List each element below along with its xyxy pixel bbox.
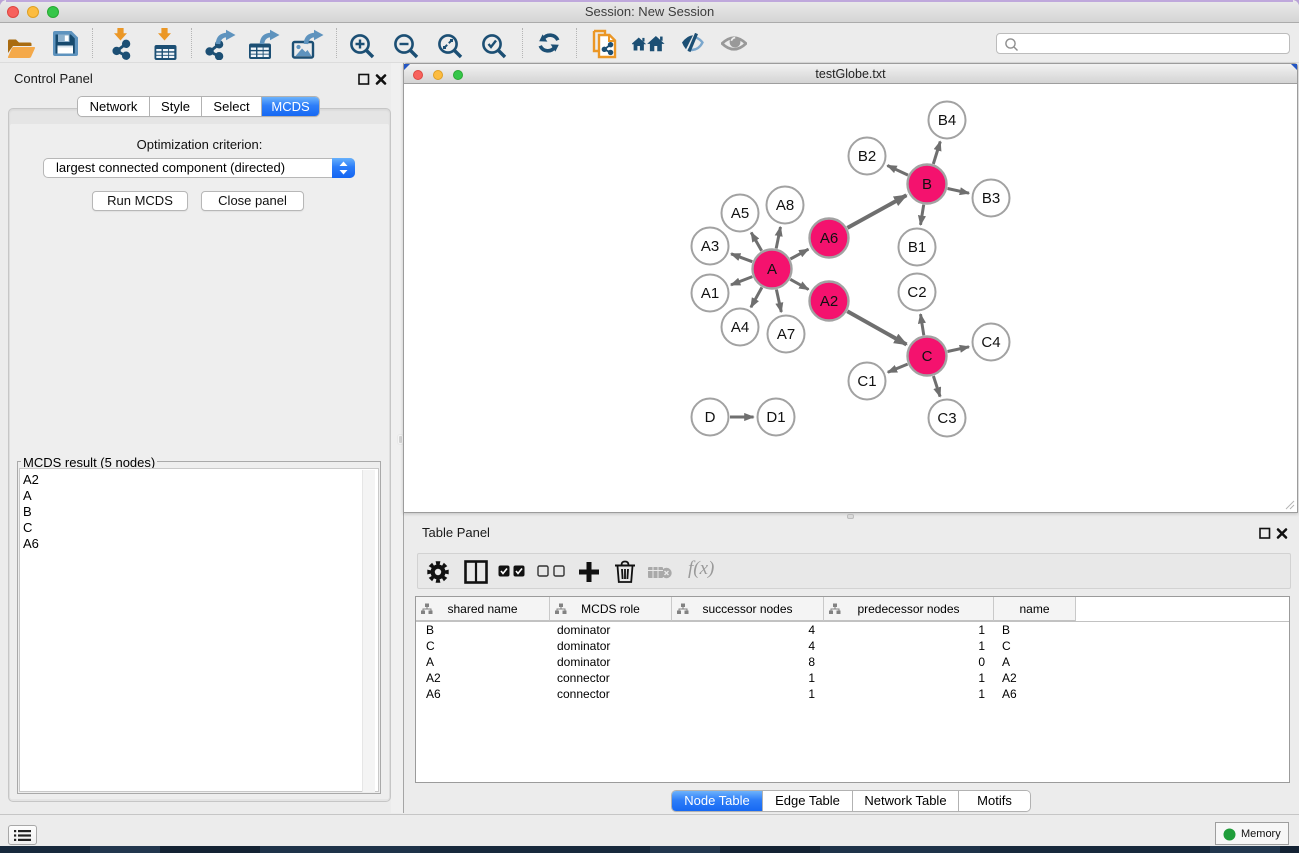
svg-text:B3: B3 bbox=[982, 190, 1000, 207]
svg-text:B4: B4 bbox=[938, 112, 956, 129]
svg-text:C1: C1 bbox=[857, 373, 876, 390]
svg-text:A1: A1 bbox=[701, 285, 719, 302]
svg-text:B1: B1 bbox=[908, 239, 926, 256]
svg-text:B2: B2 bbox=[858, 148, 876, 165]
svg-text:A4: A4 bbox=[731, 319, 749, 336]
svg-text:A8: A8 bbox=[776, 197, 794, 214]
svg-text:D: D bbox=[705, 409, 716, 426]
svg-text:A3: A3 bbox=[701, 238, 719, 255]
svg-text:A5: A5 bbox=[731, 205, 749, 222]
svg-text:C2: C2 bbox=[907, 284, 926, 301]
svg-text:A7: A7 bbox=[777, 326, 795, 343]
svg-text:C3: C3 bbox=[937, 410, 956, 427]
svg-text:A: A bbox=[767, 261, 777, 278]
svg-text:C: C bbox=[922, 348, 933, 365]
svg-text:B: B bbox=[922, 176, 932, 193]
svg-text:D1: D1 bbox=[766, 409, 785, 426]
svg-text:C4: C4 bbox=[981, 334, 1000, 351]
svg-text:A6: A6 bbox=[820, 230, 838, 247]
svg-text:A2: A2 bbox=[820, 293, 838, 310]
